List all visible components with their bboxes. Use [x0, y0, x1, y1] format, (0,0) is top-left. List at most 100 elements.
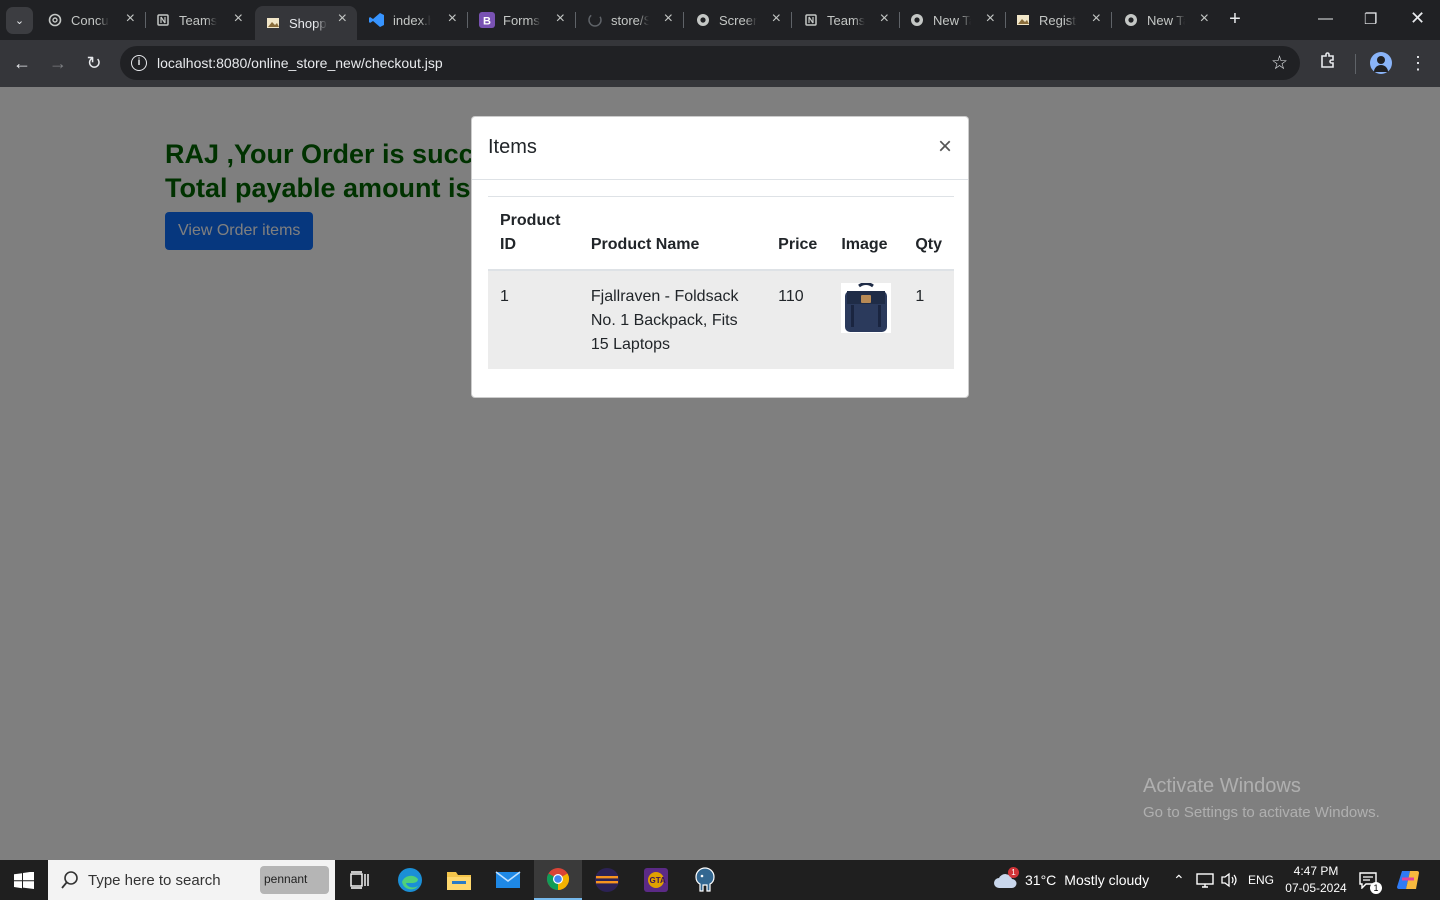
column-header-product-name: Product Name	[578, 196, 767, 271]
eclipse-app[interactable]	[583, 860, 631, 900]
close-tab-icon[interactable]: ×	[772, 11, 781, 27]
search-icon	[61, 871, 78, 889]
show-hidden-icons-button[interactable]: ⌃	[1173, 860, 1185, 900]
page-viewport: RAJ ,Your Order is successfully placed T…	[0, 87, 1440, 860]
url-text[interactable]: localhost:8080/online_store_new/checkout…	[157, 55, 443, 71]
table-row: 1 Fjallraven - Foldsack No. 1 Backpack, …	[488, 270, 954, 369]
tab-title: Teamspace	[827, 12, 865, 28]
action-center-button[interactable]: 1	[1358, 860, 1382, 900]
minimize-button[interactable]: —	[1318, 10, 1333, 27]
edge-icon	[398, 868, 422, 892]
notion-icon	[803, 12, 819, 28]
chrome-icon	[909, 12, 925, 28]
chrome-icon	[1123, 12, 1139, 28]
cell-qty: 1	[903, 270, 954, 369]
close-tab-icon[interactable]: ×	[664, 11, 673, 27]
tab-title: Teamspace	[179, 12, 217, 28]
close-tab-icon[interactable]: ×	[880, 11, 889, 27]
vscode-icon	[369, 12, 385, 28]
back-button[interactable]: ←	[10, 51, 34, 75]
close-tab-icon[interactable]: ×	[556, 11, 565, 27]
svg-text:B: B	[483, 16, 491, 28]
chrome-icon	[695, 12, 711, 28]
task-view-button[interactable]	[336, 860, 384, 900]
copilot-button[interactable]	[1396, 860, 1420, 900]
tab-shopping[interactable]: Shopping ×	[255, 6, 357, 40]
taskbar-search-box[interactable]: Type here to search pennant	[48, 860, 335, 900]
puzzle-icon	[1319, 52, 1337, 73]
plus-icon: +	[1229, 8, 1241, 30]
network-status[interactable]	[1196, 860, 1214, 900]
tab-new-tab[interactable]: New Tab ×	[899, 6, 1006, 34]
tab-teamspace[interactable]: Teamspace ×	[145, 6, 253, 34]
task-view-icon	[350, 871, 369, 889]
tab-new-tab-2[interactable]: New Tab ×	[1113, 6, 1219, 34]
items-modal: Items × Product ID Product Name Price Im…	[471, 116, 969, 398]
site-info-icon[interactable]: i	[131, 55, 147, 71]
game-app[interactable]: GTA	[632, 860, 680, 900]
tab-forms[interactable]: B Forms ×	[469, 6, 576, 34]
eclipse-icon	[595, 868, 619, 892]
menu-button[interactable]: ⋮	[1406, 51, 1430, 75]
network-icon	[1196, 873, 1214, 888]
modal-close-button[interactable]: ×	[938, 135, 952, 159]
new-tab-button[interactable]: +	[1224, 9, 1246, 31]
edge-app[interactable]	[386, 860, 434, 900]
action-center-count: 1	[1370, 882, 1382, 894]
minimize-icon: —	[1318, 10, 1333, 27]
restore-icon: ❐	[1364, 11, 1378, 28]
clock-time: 4:47 PM	[1293, 864, 1339, 878]
volume-control[interactable]	[1220, 860, 1238, 900]
tab-concurrency[interactable]: Concurrency ×	[37, 6, 146, 34]
windows-icon	[14, 871, 34, 889]
tab-title: New Tab	[1147, 12, 1185, 28]
weather-widget[interactable]: 1 31°C Mostly cloudy	[993, 860, 1149, 900]
mail-app[interactable]	[484, 860, 532, 900]
tab-teamspace-2[interactable]: Teamspace ×	[793, 6, 900, 34]
modal-header: Items ×	[472, 117, 968, 180]
folder-icon	[447, 872, 471, 890]
postgresql-app[interactable]	[681, 860, 729, 900]
page-favicon-icon	[1015, 12, 1031, 28]
search-highlight-badge[interactable]: pennant	[260, 866, 329, 894]
tab-title: Screen	[719, 12, 757, 28]
close-tab-icon[interactable]: ×	[338, 11, 347, 27]
cell-price: 110	[766, 270, 830, 369]
tab-index-html[interactable]: index.html ×	[359, 6, 468, 34]
input-language[interactable]: ENG	[1248, 860, 1274, 900]
start-button[interactable]	[14, 871, 34, 889]
tab-title: Concurrency	[71, 12, 109, 28]
reload-button[interactable]: ↻	[82, 51, 106, 75]
close-window-button[interactable]: ✕	[1410, 8, 1425, 29]
chrome-app[interactable]	[534, 860, 582, 900]
postgresql-elephant-icon	[695, 867, 715, 892]
search-placeholder: Type here to search	[88, 872, 221, 889]
tab-title: New Tab	[933, 12, 971, 28]
close-tab-icon[interactable]: ×	[448, 11, 457, 27]
tab-screen[interactable]: Screen ×	[685, 6, 792, 34]
forward-button[interactable]: →	[46, 51, 70, 75]
taskbar-clock[interactable]: 4:47 PM 07-05-2024	[1276, 863, 1356, 897]
file-explorer-app[interactable]	[435, 860, 483, 900]
tab-store[interactable]: store/S ×	[577, 6, 684, 34]
bookmark-star-icon[interactable]: ☆	[1271, 52, 1288, 75]
address-bar[interactable]: i localhost:8080/online_store_new/checko…	[120, 46, 1300, 80]
profile-avatar[interactable]	[1370, 52, 1392, 74]
tab-search-button[interactable]: ⌄	[6, 7, 33, 34]
close-tab-icon[interactable]: ×	[1200, 11, 1209, 27]
close-tab-icon[interactable]: ×	[986, 11, 995, 27]
weather-notification-badge: 1	[1008, 867, 1019, 878]
order-items-table: Product ID Product Name Price Image Qty …	[488, 196, 954, 369]
cell-product-name: Fjallraven - Foldsack No. 1 Backpack, Fi…	[578, 270, 767, 369]
close-icon: ✕	[1410, 8, 1426, 28]
speaker-icon	[1221, 872, 1237, 888]
restore-button[interactable]: ❐	[1364, 10, 1377, 28]
backpack-image	[841, 282, 892, 333]
watermark-subtitle: Go to Settings to activate Windows.	[1143, 804, 1380, 821]
close-tab-icon[interactable]: ×	[234, 11, 243, 27]
tab-title: index.html	[393, 12, 431, 28]
extensions-button[interactable]	[1316, 51, 1340, 75]
tab-register[interactable]: Register ×	[1005, 6, 1112, 34]
close-tab-icon[interactable]: ×	[126, 11, 135, 27]
close-tab-icon[interactable]: ×	[1092, 11, 1101, 27]
